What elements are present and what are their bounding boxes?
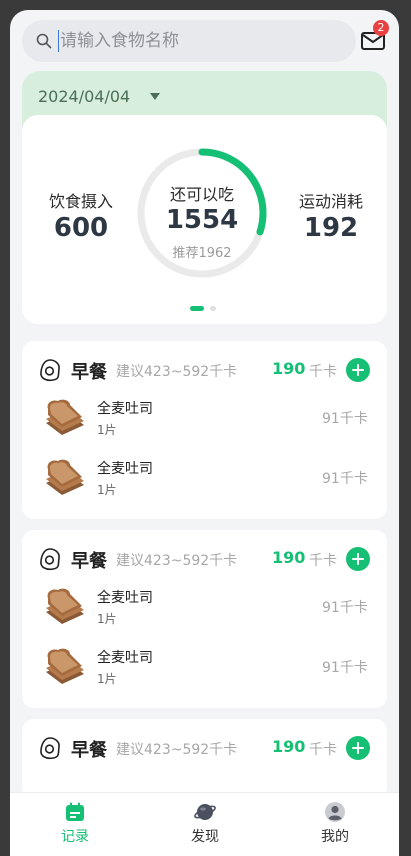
meal-kcal: 190 — [272, 548, 306, 567]
food-item[interactable]: 全麦吐司 1片 91千卡 — [22, 642, 387, 700]
meal-kcal-unit: 千卡 — [309, 553, 337, 569]
toast-image — [46, 588, 84, 624]
meal-card: 早餐 建议423~592千卡 190 千卡 全麦吐司 1片 91千卡 全麦吐司 … — [22, 530, 387, 708]
food-name: 全麦吐司 — [97, 650, 153, 666]
meal-suggestion: 建议423~592千卡 — [116, 364, 238, 380]
planet-icon — [194, 804, 216, 820]
meal-suggestion: 建议423~592千卡 — [116, 742, 238, 758]
tab-label: 记录 — [61, 829, 89, 845]
food-item[interactable]: 全麦吐司 1片 91千卡 — [22, 582, 387, 640]
meal-title: 早餐 — [71, 740, 107, 761]
message-button[interactable]: 2 — [360, 20, 389, 52]
food-name: 全麦吐司 — [97, 461, 153, 477]
tab-label: 发现 — [191, 829, 219, 845]
food-item[interactable]: 全麦吐司 1片 91千卡 — [22, 453, 387, 511]
meal-header: 早餐 建议423~592千卡 190 千卡 — [22, 719, 387, 771]
intake-value: 600 — [53, 213, 109, 243]
tab-profile[interactable]: 我的 — [290, 801, 380, 846]
burn-label: 运动消耗 — [298, 192, 363, 211]
food-item[interactable]: 全麦吐司 1片 91千卡 — [22, 393, 387, 451]
food-kcal: 91千卡 — [322, 471, 368, 487]
meal-title: 早餐 — [71, 362, 107, 383]
remaining-label: 还可以吃 — [169, 185, 234, 204]
add-food-button[interactable] — [346, 736, 370, 760]
tab-discover[interactable]: 发现 — [160, 801, 250, 846]
food-name: 全麦吐司 — [97, 401, 153, 417]
remaining-value: 1554 — [165, 205, 239, 235]
meal-title: 早餐 — [71, 551, 107, 572]
bottom-tab-bar: 记录 发现 我的 — [10, 792, 399, 856]
add-food-button[interactable] — [346, 358, 370, 382]
app-screen: 2 2024/04/04 饮食摄入 600 还可以吃 1554 推荐1962 运… — [10, 10, 399, 856]
meal-kcal: 190 — [272, 359, 306, 378]
food-name: 全麦吐司 — [97, 590, 153, 606]
meal-card: 早餐 建议423~592千卡 190 千卡 — [22, 719, 387, 799]
tab-label: 我的 — [321, 829, 349, 845]
burn-value: 192 — [303, 213, 359, 243]
page-dot — [210, 306, 216, 311]
food-quantity: 1片 — [97, 423, 117, 437]
toast-image — [46, 399, 84, 435]
search-icon — [36, 33, 52, 49]
meal-card: 早餐 建议423~592千卡 190 千卡 全麦吐司 1片 91千卡 全麦吐司 … — [22, 341, 387, 519]
caret-down-icon — [150, 93, 160, 100]
date-text: 2024/04/04 — [38, 87, 131, 106]
search-input[interactable] — [58, 30, 312, 52]
intake-label: 饮食摄入 — [48, 192, 113, 211]
tab-record[interactable]: 记录 — [30, 801, 120, 846]
food-quantity: 1片 — [97, 672, 117, 686]
food-kcal: 91千卡 — [322, 411, 368, 427]
recommended-text: 推荐1962 — [172, 246, 232, 261]
fried-egg-icon — [40, 548, 60, 571]
profile-icon — [325, 802, 345, 822]
meal-suggestion: 建议423~592千卡 — [116, 553, 238, 569]
meal-header: 早餐 建议423~592千卡 190 千卡 — [22, 530, 387, 582]
message-badge: 2 — [373, 20, 389, 36]
toast-image — [46, 459, 84, 495]
meal-kcal-unit: 千卡 — [309, 742, 337, 758]
page-dot-active — [190, 306, 204, 311]
meal-kcal: 190 — [272, 737, 306, 756]
calendar-icon — [66, 802, 84, 821]
toast-image — [46, 648, 84, 684]
food-kcal: 91千卡 — [322, 660, 368, 676]
add-food-button[interactable] — [346, 547, 370, 571]
food-quantity: 1片 — [97, 483, 117, 497]
fried-egg-icon — [40, 359, 60, 382]
meal-kcal-unit: 千卡 — [309, 364, 337, 380]
food-quantity: 1片 — [97, 612, 117, 626]
food-kcal: 91千卡 — [322, 600, 368, 616]
search-bar[interactable] — [22, 20, 356, 62]
fried-egg-icon — [40, 737, 60, 760]
calorie-summary-card[interactable]: 饮食摄入 600 还可以吃 1554 推荐1962 运动消耗 192 — [22, 115, 387, 324]
meal-header: 早餐 建议423~592千卡 190 千卡 — [22, 341, 387, 393]
